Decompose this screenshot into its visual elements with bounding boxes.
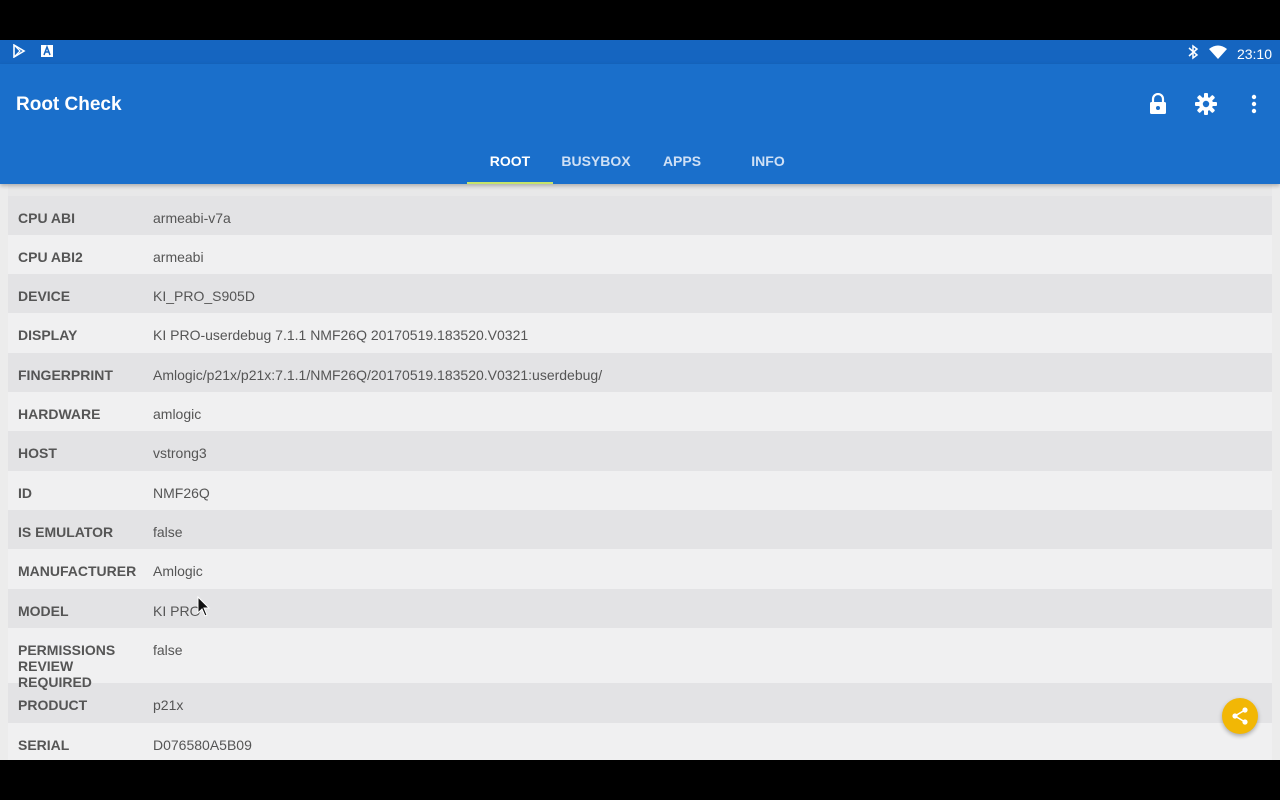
- info-value: KI PRO: [153, 603, 201, 619]
- play-store-icon: [12, 43, 26, 61]
- share-button[interactable]: [1222, 698, 1258, 734]
- font-icon: [40, 44, 54, 61]
- tab-bar: ROOT BUSYBOX APPS INFO: [467, 144, 811, 184]
- app-title: Root Check: [16, 94, 122, 115]
- info-key: MODEL: [18, 603, 69, 619]
- info-key: ID: [18, 485, 32, 501]
- info-row: MANUFACTURER Amlogic: [8, 549, 1272, 589]
- tab-root[interactable]: ROOT: [467, 144, 553, 184]
- app-bar: Root Check ROOT BUSYBOX APPS INFO: [0, 64, 1280, 184]
- info-list[interactable]: CPU ABI armeabi-v7a CPU ABI2 armeabi DEVICE K…: [8, 184, 1272, 760]
- info-row: FINGERPRINT Amlogic/p21x/p21x:7.1.1/NMF26…: [8, 353, 1272, 392]
- wifi-icon: [1208, 45, 1227, 62]
- bluetooth-icon: [1187, 44, 1199, 63]
- info-key: FINGERPRINT: [18, 367, 113, 383]
- info-value: NMF26Q: [153, 485, 210, 501]
- info-key: IS EMULATOR: [18, 524, 114, 540]
- info-key: DEVICE: [18, 288, 71, 304]
- info-value: KI PRO-userdebug 7.1.1 NMF26Q 20170519.1…: [153, 327, 529, 343]
- info-key: PRODUCT: [18, 697, 88, 713]
- info-row: HARDWARE amlogic: [8, 392, 1272, 431]
- info-key: PERMISSIONS REVIEW REQUIRED: [18, 642, 116, 690]
- info-value: Amlogic: [153, 563, 203, 579]
- info-row: CPU ABI2 armeabi: [8, 235, 1272, 274]
- info-key: HOST: [18, 445, 57, 461]
- info-row: CPU ABI armeabi-v7a: [8, 196, 1272, 235]
- info-row: PERMISSIONS REVIEW REQUIRED false: [8, 628, 1272, 690]
- info-key: SERIAL: [18, 737, 70, 753]
- status-bar: 23:10: [0, 40, 1280, 64]
- partial-row: [8, 184, 1272, 196]
- info-value: vstrong3: [153, 445, 207, 461]
- settings-icon[interactable]: [1194, 92, 1218, 116]
- more-vert-icon[interactable]: [1242, 92, 1266, 116]
- info-row: DEVICE KI_PRO_S905D: [8, 274, 1272, 313]
- info-value: armeabi: [153, 249, 204, 265]
- info-key: HARDWARE: [18, 406, 101, 422]
- info-row: DISPLAY KI PRO-userdebug 7.1.1 NMF26Q 201…: [8, 313, 1272, 353]
- info-row: HOST vstrong3: [8, 431, 1272, 471]
- info-value: amlogic: [153, 406, 202, 422]
- info-value: KI_PRO_S905D: [153, 288, 255, 304]
- android-screen: 23:10 Root Check ROOT BUSYBOX APPS INFO …: [0, 40, 1280, 760]
- info-value: false: [153, 524, 183, 540]
- mouse-cursor: [197, 596, 211, 617]
- tab-apps[interactable]: APPS: [639, 144, 725, 184]
- info-value: D076580A5B09: [153, 737, 252, 753]
- tab-info[interactable]: INFO: [725, 144, 811, 184]
- info-value: false: [153, 642, 183, 658]
- info-row: IS EMULATOR false: [8, 510, 1272, 549]
- info-key: CPU ABI: [18, 210, 76, 226]
- tab-busybox[interactable]: BUSYBOX: [553, 144, 639, 184]
- info-key: MANUFACTURER: [18, 563, 137, 579]
- info-row: SERIAL D076580A5B09: [8, 723, 1272, 760]
- info-value: p21x: [153, 697, 184, 713]
- info-value: Amlogic/p21x/p21x:7.1.1/NMF26Q/20170519.…: [153, 367, 603, 383]
- status-time: 23:10: [1236, 45, 1272, 62]
- info-key: DISPLAY: [18, 327, 78, 343]
- share-icon: [1232, 707, 1248, 725]
- info-row: ID NMF26Q: [8, 471, 1272, 510]
- info-value: armeabi-v7a: [153, 210, 231, 226]
- info-row: PRODUCT p21x: [8, 683, 1272, 723]
- info-key: CPU ABI2: [18, 249, 83, 265]
- lock-icon[interactable]: [1146, 92, 1170, 116]
- app-actions: [1146, 92, 1266, 116]
